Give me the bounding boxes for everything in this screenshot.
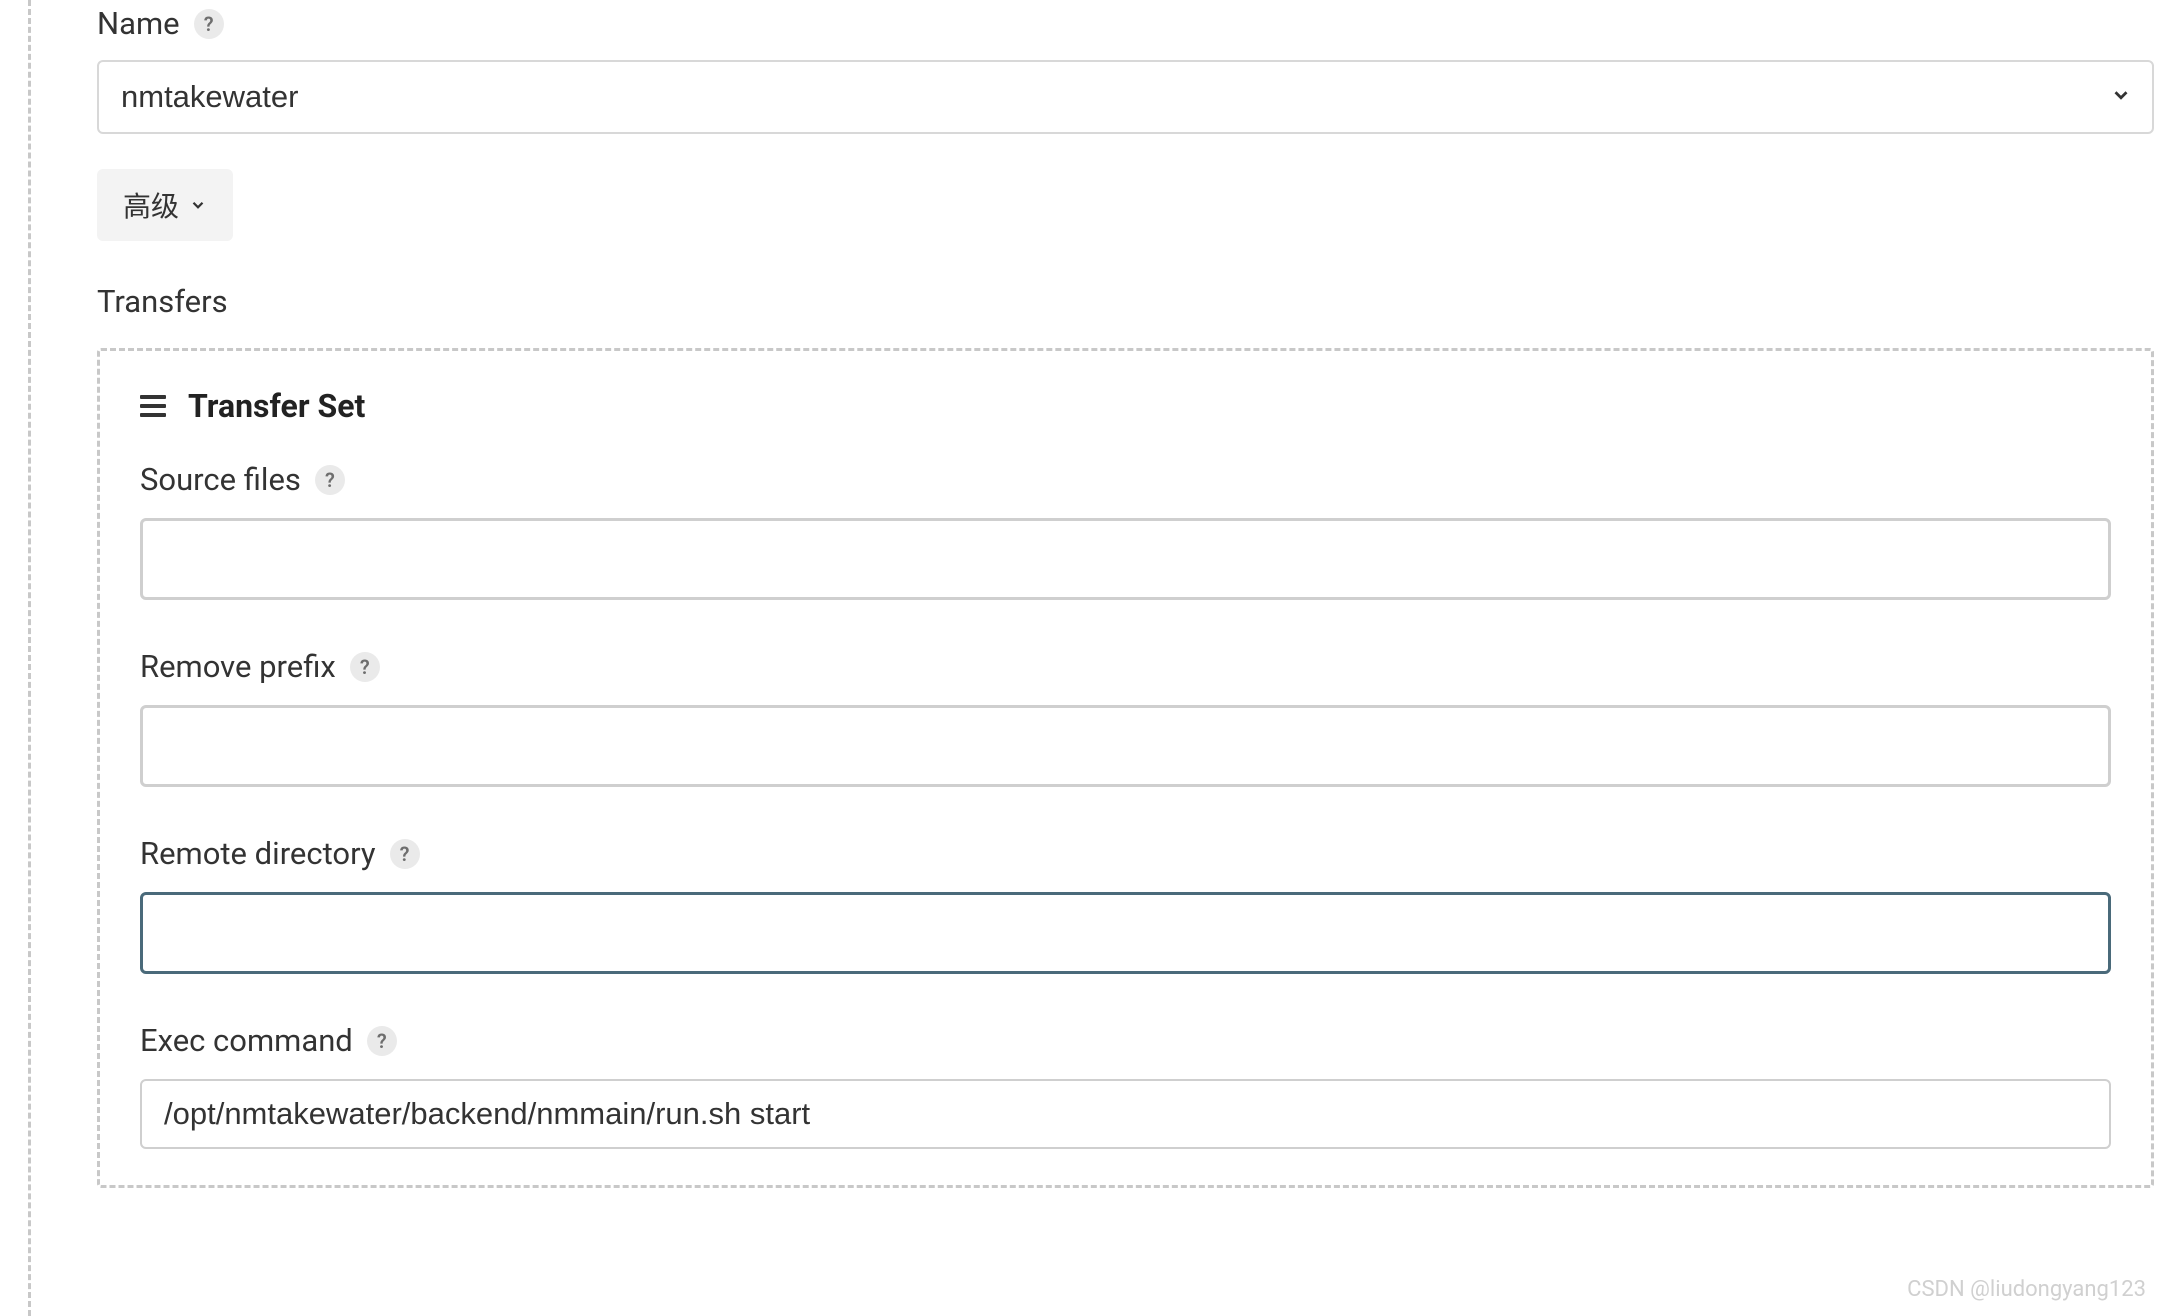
help-icon[interactable]: ? bbox=[350, 652, 380, 682]
transfer-set-title: Transfer Set bbox=[188, 387, 365, 425]
advanced-button-label: 高级 bbox=[123, 185, 179, 225]
transfer-set-box: Transfer Set Source files ? Remove prefi… bbox=[97, 348, 2154, 1188]
remote-directory-label: Remote directory bbox=[140, 835, 376, 872]
drag-handle-icon[interactable] bbox=[140, 395, 166, 417]
exec-command-input[interactable] bbox=[140, 1079, 2111, 1149]
help-icon[interactable]: ? bbox=[315, 465, 345, 495]
watermark-text: CSDN @liudongyang123 bbox=[1907, 1277, 2146, 1302]
source-files-input[interactable] bbox=[140, 518, 2111, 600]
remove-prefix-label: Remove prefix bbox=[140, 648, 336, 685]
name-select[interactable] bbox=[97, 60, 2154, 134]
name-select-wrapper[interactable] bbox=[97, 60, 2154, 134]
remove-prefix-input[interactable] bbox=[140, 705, 2111, 787]
help-icon[interactable]: ? bbox=[194, 9, 224, 39]
help-icon[interactable]: ? bbox=[390, 839, 420, 869]
advanced-button[interactable]: 高级 bbox=[97, 169, 233, 241]
help-icon[interactable]: ? bbox=[367, 1026, 397, 1056]
exec-command-label: Exec command bbox=[140, 1022, 353, 1059]
transfers-label: Transfers bbox=[61, 283, 2154, 320]
remote-directory-input[interactable] bbox=[140, 892, 2111, 974]
name-label: Name bbox=[97, 5, 180, 42]
chevron-down-icon bbox=[189, 189, 207, 221]
source-files-label: Source files bbox=[140, 461, 301, 498]
